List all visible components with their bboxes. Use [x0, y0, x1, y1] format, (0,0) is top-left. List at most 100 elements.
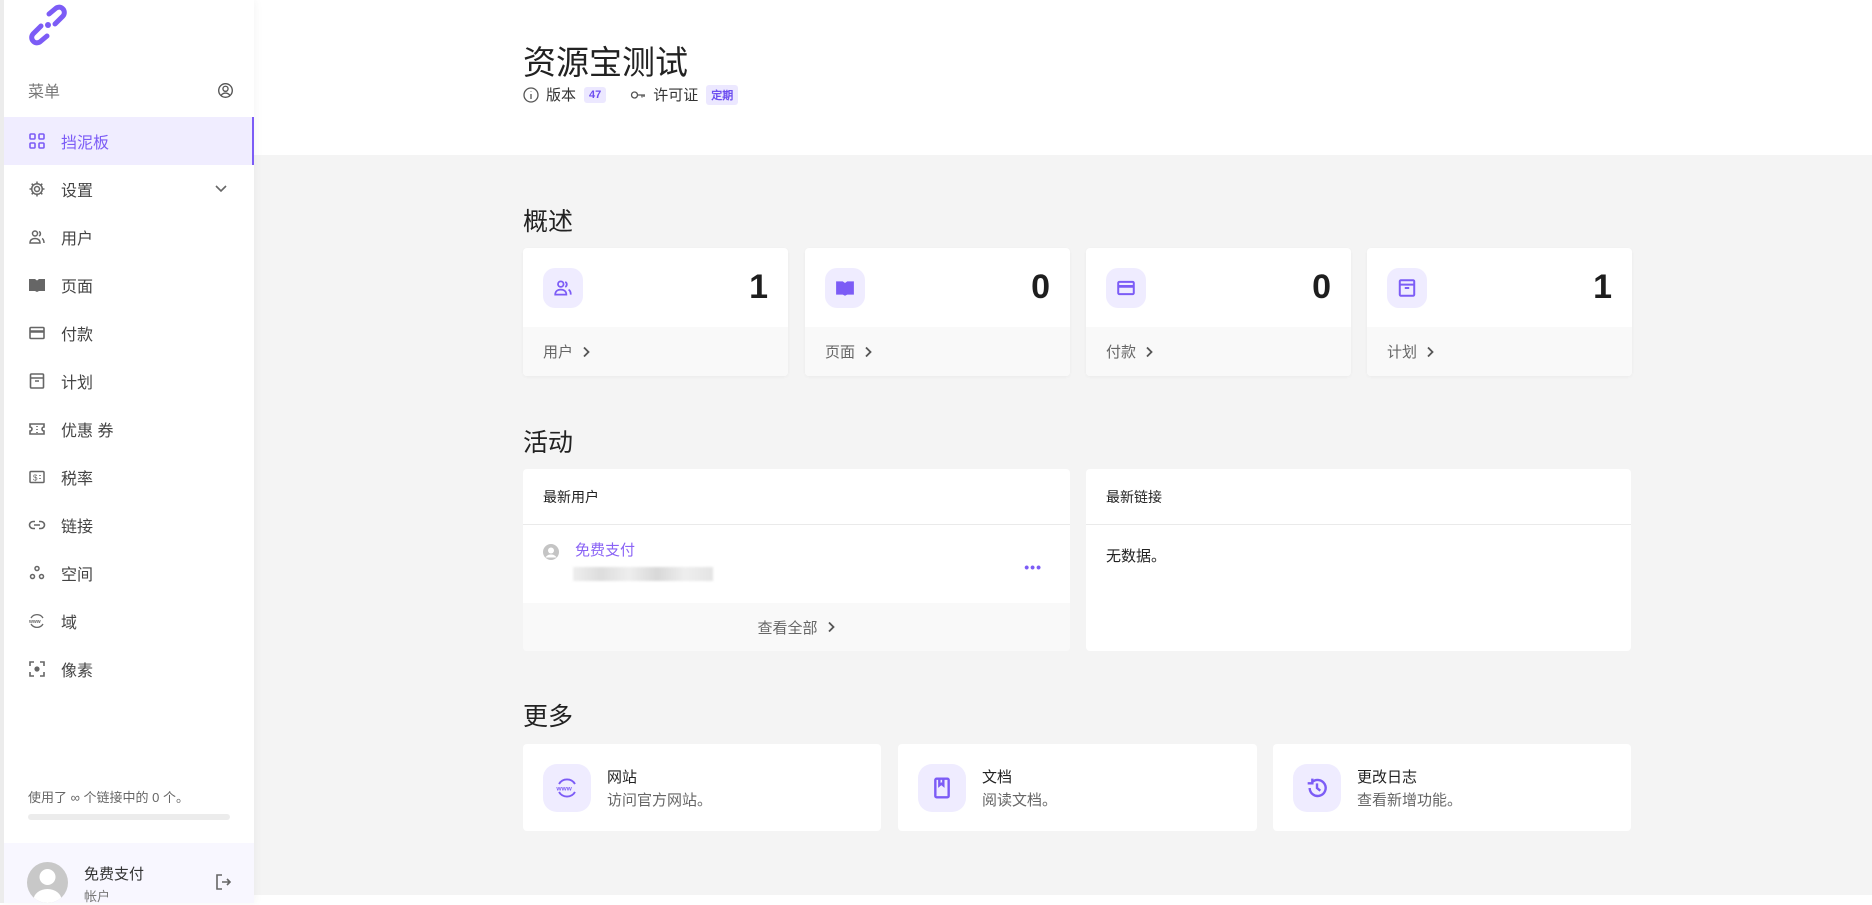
stat-card-plans[interactable]: 1 计划 — [1367, 248, 1632, 376]
avatar[interactable] — [27, 862, 68, 903]
page-meta: 版本 47 许可证 定期 — [523, 84, 762, 105]
spaces-icon — [29, 565, 45, 580]
sidebar-item-label: 税率 — [61, 471, 94, 488]
sidebar-item-pages[interactable]: 页面 — [4, 261, 254, 309]
user-name-link[interactable]: 免费支付 — [575, 539, 635, 560]
sidebar-item-label: 链接 — [61, 519, 94, 536]
sidebar-item-label: 付款 — [61, 327, 94, 344]
more-title: 网站 — [607, 769, 638, 786]
stat-label: 计划 — [1387, 344, 1418, 361]
chevron-right-icon — [865, 346, 872, 357]
sidebar-item-label: 挡泥板 — [61, 135, 110, 152]
chevron-right-icon — [1427, 346, 1434, 357]
sidebar-item-dashboard[interactable]: 挡泥板 — [4, 117, 254, 165]
page-title: 资源宝测试 — [523, 44, 688, 81]
stat-value: 0 — [1312, 268, 1331, 306]
sidebar-item-domains[interactable]: www 域 — [4, 597, 254, 645]
account-name: 免费支付 — [84, 866, 145, 883]
book-icon — [825, 268, 865, 308]
stat-card-users[interactable]: 1 用户 — [523, 248, 788, 376]
sidebar-item-settings[interactable]: 设置 — [4, 165, 254, 213]
activity-heading: 活动 — [523, 429, 574, 457]
stat-label: 付款 — [1106, 344, 1137, 361]
sidebar-item-label: 用户 — [61, 231, 94, 248]
sidebar-item-links[interactable]: 链接 — [4, 501, 254, 549]
gear-icon — [29, 181, 45, 197]
box-icon — [29, 373, 45, 389]
more-title: 更改日志 — [1357, 769, 1418, 786]
more-card-docs[interactable]: 文档 阅读文档。 — [898, 744, 1257, 831]
info-icon — [523, 86, 539, 103]
stat-label: 用户 — [543, 344, 574, 361]
stat-link[interactable]: 付款 — [1086, 327, 1351, 376]
sidebar: 菜单 挡泥板 设置 用户 页面 付款 计划 优惠 券 $ 税率 链接 空间 www… — [0, 0, 254, 904]
grid-icon — [29, 133, 45, 149]
receipt-icon: $ — [29, 470, 45, 484]
sidebar-nav: 挡泥板 设置 用户 页面 付款 计划 优惠 券 $ 税率 链接 空间 www 域 像… — [4, 117, 254, 693]
user-email-redacted — [573, 567, 713, 581]
version-label: 版本 — [546, 87, 577, 104]
view-all-link[interactable]: 查看全部 — [523, 603, 1070, 651]
svg-text:www: www — [555, 786, 572, 793]
sidebar-item-users[interactable]: 用户 — [4, 213, 254, 261]
usage-progress-bar — [28, 814, 230, 820]
license-badge: 定期 — [706, 84, 739, 105]
pixel-icon — [29, 661, 45, 677]
logo-icon[interactable] — [27, 4, 69, 46]
sidebar-item-label: 计划 — [61, 375, 94, 392]
chevron-right-icon — [1146, 346, 1153, 357]
credit-card-icon — [1106, 268, 1146, 308]
more-card-changelog[interactable]: 更改日志 查看新增功能。 — [1273, 744, 1631, 831]
page-header: 资源宝测试 版本 47 许可证 定期 — [254, 0, 1872, 155]
page-footer-strip — [254, 895, 1872, 903]
account-footer[interactable]: 免费支付 帐户 — [4, 843, 254, 904]
more-title: 文档 — [982, 769, 1013, 786]
version-badge: 47 — [584, 86, 607, 103]
link-icon — [28, 520, 46, 530]
ticket-icon — [29, 423, 45, 435]
card-title: 最新用户 — [523, 469, 1070, 525]
sidebar-item-payments[interactable]: 付款 — [4, 309, 254, 357]
empty-state: 无数据。 — [1106, 548, 1167, 565]
chevron-down-icon[interactable] — [212, 180, 230, 198]
more-desc: 查看新增功能。 — [1357, 792, 1463, 809]
bookmark-book-icon — [918, 764, 966, 812]
stat-card-pages[interactable]: 0 页面 — [805, 248, 1070, 376]
stat-value: 0 — [1031, 268, 1050, 306]
menu-header: 菜单 — [28, 78, 234, 102]
stat-link[interactable]: 用户 — [523, 327, 788, 376]
more-card-website[interactable]: www 网站 访问官方网站。 — [523, 744, 881, 831]
usage-text: 使用了 ∞ 个链接中的 0 个。 — [28, 790, 189, 805]
www-icon: www — [543, 764, 591, 812]
stat-card-payments[interactable]: 0 付款 — [1086, 248, 1351, 376]
sidebar-item-label: 设置 — [61, 183, 94, 200]
stat-value: 1 — [749, 268, 768, 306]
main-content: 资源宝测试 版本 47 许可证 定期 概述 1 用户 0 页面 0 付款 1 计… — [254, 0, 1872, 903]
book-icon — [29, 279, 45, 292]
sidebar-item-label: 像素 — [61, 663, 94, 680]
chevron-right-icon — [827, 621, 835, 633]
sidebar-item-tax-rates[interactable]: $ 税率 — [4, 453, 254, 501]
sidebar-item-plans[interactable]: 计划 — [4, 357, 254, 405]
stat-link[interactable]: 计划 — [1367, 327, 1632, 376]
users-icon — [543, 268, 583, 308]
sidebar-item-spaces[interactable]: 空间 — [4, 549, 254, 597]
sidebar-item-label: 优惠 券 — [61, 423, 114, 440]
chevron-right-icon — [583, 346, 590, 357]
latest-users-card: 最新用户 免费支付 ••• 查看全部 — [523, 469, 1070, 651]
sidebar-item-label: 域 — [61, 615, 78, 632]
sidebar-item-coupons[interactable]: 优惠 券 — [4, 405, 254, 453]
view-all-label: 查看全部 — [757, 619, 818, 637]
logout-icon[interactable] — [214, 873, 232, 891]
more-options-icon[interactable]: ••• — [1024, 559, 1042, 575]
stat-value: 1 — [1593, 268, 1612, 306]
svg-text:$: $ — [33, 474, 38, 483]
user-circle-icon[interactable] — [217, 82, 234, 99]
stat-link[interactable]: 页面 — [805, 327, 1070, 376]
svg-text:www: www — [28, 619, 41, 625]
more-desc: 访问官方网站。 — [607, 792, 713, 809]
overview-heading: 概述 — [523, 208, 574, 236]
sidebar-item-pixels[interactable]: 像素 — [4, 645, 254, 693]
more-heading: 更多 — [523, 703, 574, 731]
menu-label: 菜单 — [28, 84, 61, 101]
